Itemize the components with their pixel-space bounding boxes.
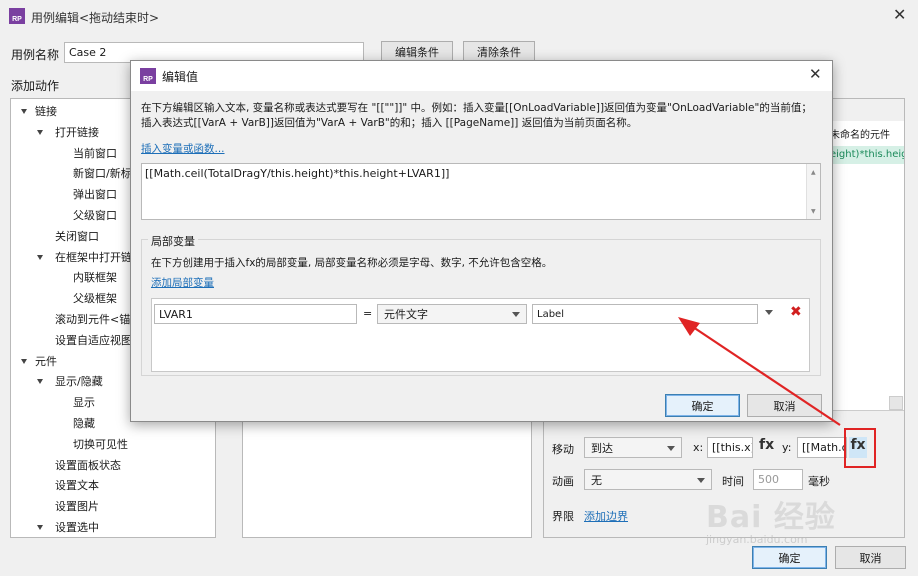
arrow-line [689, 324, 841, 426]
arrow-head [678, 317, 700, 336]
annotation-arrow [678, 317, 841, 426]
